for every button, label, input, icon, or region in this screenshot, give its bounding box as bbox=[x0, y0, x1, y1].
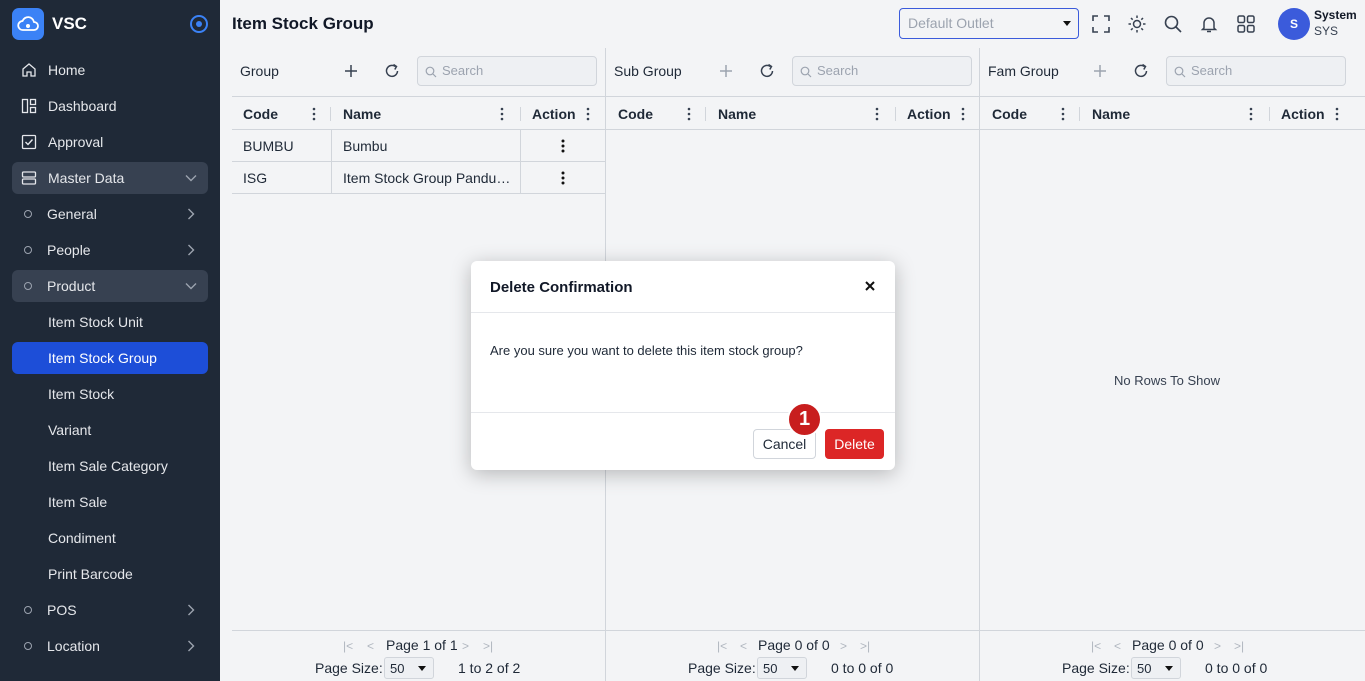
divider bbox=[471, 412, 895, 413]
divider bbox=[471, 312, 895, 313]
dialog-message: Are you sure you want to delete this ite… bbox=[490, 343, 803, 358]
step-marker-badge: 1 bbox=[787, 402, 822, 437]
delete-button[interactable]: Delete bbox=[825, 429, 884, 459]
delete-confirmation-dialog: Delete Confirmation Are you sure you wan… bbox=[471, 261, 895, 470]
close-icon[interactable] bbox=[864, 280, 876, 292]
dialog-title: Delete Confirmation bbox=[490, 279, 633, 296]
